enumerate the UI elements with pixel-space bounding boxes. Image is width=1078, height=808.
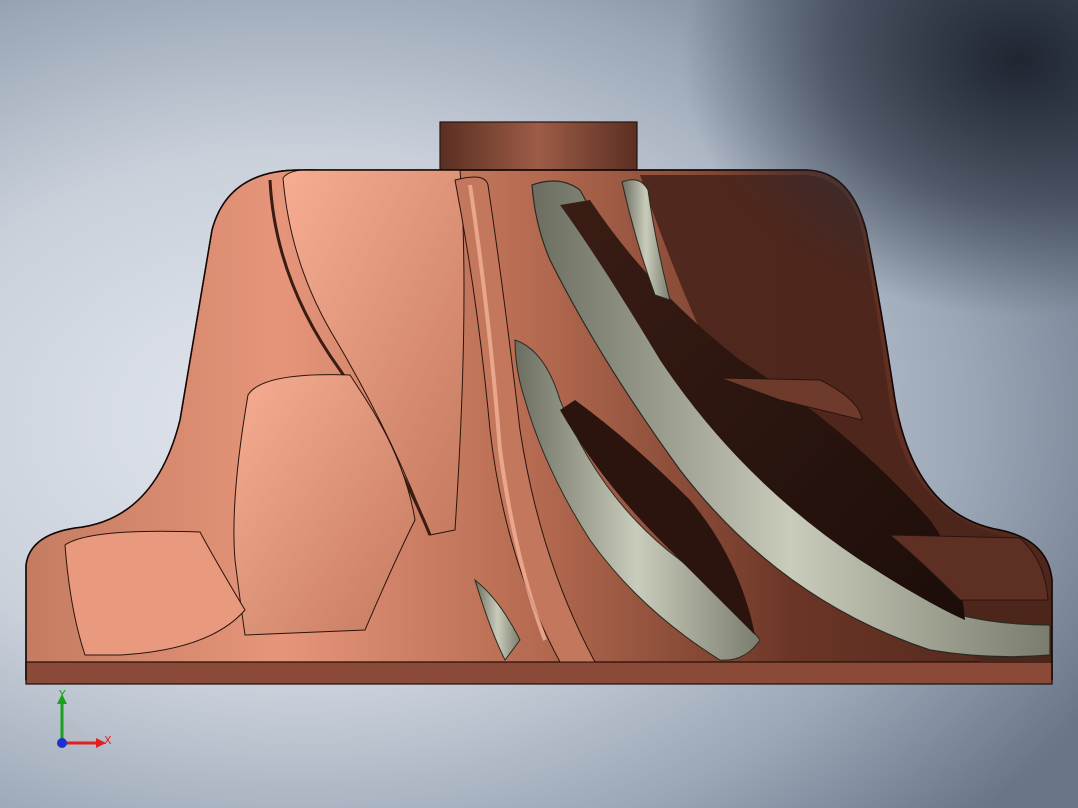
axis-y-label: Y bbox=[59, 688, 66, 701]
axis-z-dot bbox=[57, 738, 67, 748]
axis-x-label: X bbox=[104, 734, 112, 747]
graphics-viewport[interactable]: Y X bbox=[0, 0, 1078, 808]
axis-triad-quarter-disc bbox=[62, 718, 87, 743]
impeller-model[interactable] bbox=[0, 0, 1078, 808]
hub-shaft bbox=[439, 121, 638, 175]
base-plate bbox=[25, 661, 1053, 685]
